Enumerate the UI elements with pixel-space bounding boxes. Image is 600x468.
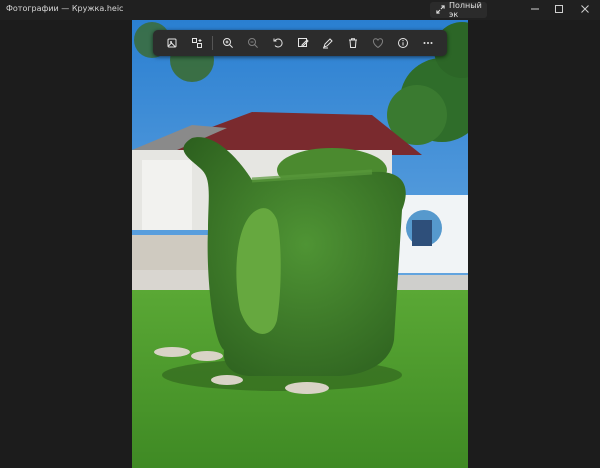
edit-image-icon — [191, 34, 203, 53]
expand-icon — [436, 4, 445, 16]
title-bar: Фотографии — Кружка.heic Полный эк — [0, 0, 600, 20]
photo-viewer — [0, 20, 600, 468]
close-button[interactable] — [572, 0, 598, 20]
zoom-out-icon — [247, 34, 259, 53]
zoom-in-button[interactable] — [216, 32, 241, 54]
maximize-icon — [554, 4, 564, 17]
window-title: Фотографии — Кружка.heic — [6, 4, 124, 13]
edit-image-button[interactable] — [184, 32, 209, 54]
maximize-button[interactable] — [546, 0, 572, 20]
minimize-icon — [530, 4, 540, 17]
zoom-out-button[interactable] — [241, 32, 266, 54]
more-icon — [422, 34, 434, 53]
delete-button[interactable] — [341, 32, 366, 54]
draw-icon — [322, 34, 334, 53]
delete-icon — [347, 34, 359, 53]
draw-button[interactable] — [316, 32, 341, 54]
more-button[interactable] — [416, 32, 441, 54]
heart-icon — [372, 34, 384, 53]
zoom-in-icon — [222, 34, 234, 53]
crop-rotate-button[interactable] — [159, 32, 184, 54]
info-button[interactable] — [391, 32, 416, 54]
crop-rotate-icon — [166, 34, 178, 53]
info-icon — [397, 34, 409, 53]
minimize-button[interactable] — [522, 0, 548, 20]
rotate-icon — [272, 34, 284, 53]
favorite-button[interactable] — [366, 32, 391, 54]
photo[interactable] — [132, 20, 468, 468]
toolbar-divider — [212, 36, 213, 50]
close-icon — [580, 4, 590, 17]
fullscreen-label: Полный эк — [449, 1, 482, 19]
photo-image — [132, 20, 468, 468]
photo-toolbar — [153, 30, 447, 56]
edit-photo-button[interactable] — [291, 32, 316, 54]
fullscreen-button[interactable]: Полный эк — [430, 1, 487, 19]
rotate-button[interactable] — [266, 32, 291, 54]
edit-photo-icon — [297, 34, 310, 53]
